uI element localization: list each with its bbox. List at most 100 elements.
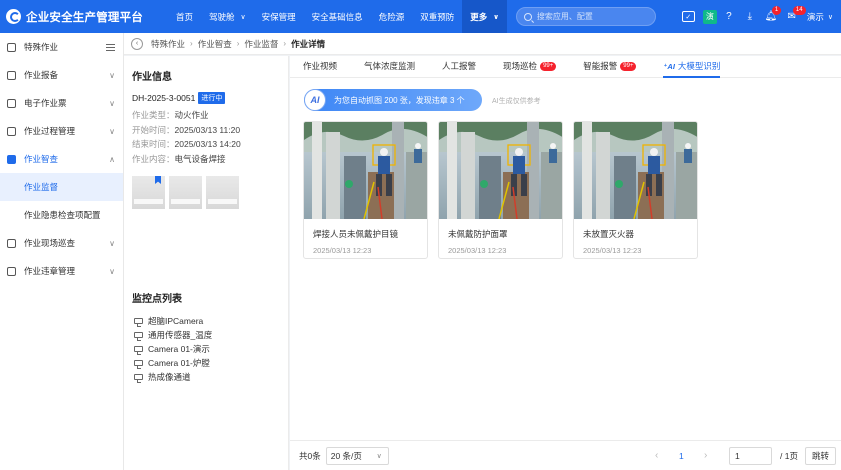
user-menu[interactable]: 演示 ∨ [807,11,833,23]
breadcrumb-item[interactable]: 作业监督 [244,38,278,50]
info-field-label: 作业内容： [132,153,175,164]
avatar[interactable]: 演 [702,9,717,24]
chevron-down-icon: ∨ [109,238,115,248]
app-logo[interactable]: 企业安全生产管理平台 [6,9,156,25]
sidebar-item-label: 作业报备 [24,70,59,80]
camera-icon [134,346,143,355]
nav-item[interactable]: 双重预防 [412,0,462,33]
ai-icon: AI [304,89,326,111]
sidebar-item[interactable]: 作业智查 ∧ [0,145,123,173]
chevron-up-icon: ∧ [109,154,115,164]
tab-label: 气体浓度监测 [364,61,416,71]
photo-thumbnail[interactable] [169,176,202,209]
info-field-value: 电气设备焊接 [174,153,226,164]
nav-item[interactable]: 安全基础信息 [304,0,371,33]
breadcrumb-item[interactable]: 作业智查 [198,38,232,50]
tab-bar: 作业视频 气体浓度监测 人工报警 现场巡检 99+ 智能报警 99+ ⁺AI 大模型识别 [290,56,841,78]
menu-icon [7,42,16,52]
tab-label: 大模型识别 [677,61,721,71]
sidebar-item[interactable]: 作业现场巡查 ∨ [0,229,123,257]
tab-item[interactable]: 作业视频 [303,55,337,77]
ai-summary-banner: AI 为您自动抓图 200 张，发现违章 3 个 [304,89,482,111]
tab-item[interactable]: 现场巡检 99+ [503,55,557,77]
tab-item[interactable]: 气体浓度监测 [364,55,415,77]
chevron-right-icon: › [190,39,193,48]
job-number: DH-2025-3-0051 [132,93,196,103]
photo-thumbnail[interactable] [206,176,239,209]
chevron-right-icon: › [283,39,287,48]
tab-badge: 99+ [620,61,637,71]
monitor-item[interactable]: Camera 01-炉膛 [132,356,280,370]
sidebar-item[interactable]: 作业违章管理 ∨ [0,257,123,285]
nav-item-label: 安保管理 [261,11,296,22]
photo-thumbnail[interactable] [132,176,165,209]
sidebar-item-label: 作业现场巡查 [24,238,76,248]
breadcrumb-current: 作业详情 [291,38,326,49]
page-size-select[interactable]: 20 条/页 ∨ [325,446,389,465]
tab-label: 智能报警 [583,61,618,71]
nav-item[interactable]: 更多 ∨ [462,0,507,33]
monitor-item[interactable]: Camera 01-演示 [132,342,280,356]
back-icon[interactable]: ‹ [131,37,143,50]
page-number-current[interactable]: 1 [679,451,684,461]
nav-item-label: 驾驶舱 [209,11,235,22]
next-page-icon[interactable]: › [704,450,707,461]
sidebar-item[interactable]: 特殊作业 [0,33,123,61]
pagination: 共0条 20 条/页 ∨ ‹ 1 › / 1页 跳转 [290,440,841,470]
check-icon[interactable]: ✓ [681,11,695,22]
camera-icon [134,318,143,327]
nav-item-label: 安全基础信息 [311,11,363,22]
monitor-list: 超脑IPCamera 通用传感器_温度 Camera 01-演示 Camera 01-… [132,314,280,384]
nav-item[interactable]: 安保管理 [254,0,304,33]
menu-icon [7,238,16,248]
monitor-item-label: Camera 01-炉膛 [148,358,210,368]
tab-item[interactable]: ⁺AI 大模型识别 [663,55,721,78]
menu-icon [7,70,16,80]
nav-item[interactable]: 首页 [168,0,201,33]
sidebar-item[interactable]: 作业过程管理 ∨ [0,117,123,145]
logo-icon [6,9,21,24]
sidebar-item[interactable]: 作业报备 ∨ [0,61,123,89]
tab-item[interactable]: 人工报警 [442,55,476,77]
tab-label: 现场巡检 [503,61,538,71]
monitor-item-label: 热成像通道 [148,372,191,382]
sidebar-subitem[interactable]: 作业隐患检查项配置 [0,201,123,229]
info-field-label: 作业类型： [132,110,175,120]
photo-thumbnails [132,176,280,209]
search-input[interactable] [536,12,647,21]
tab-item[interactable]: 智能报警 99+ [583,55,637,77]
info-field-value: 2025/03/13 14:20 [174,139,241,149]
chevron-down-icon: ∨ [109,98,115,108]
violation-card[interactable]: 焊接人员未佩戴护目镜 2025/03/13 12:23 [303,121,428,259]
menu-icon [7,126,16,136]
message-icon[interactable]: ✉︎ 14 [783,5,806,26]
capture-image [574,122,697,219]
chevron-down-icon: ∨ [109,126,115,136]
violation-card[interactable]: 未佩戴防护面罩 2025/03/13 12:23 [438,121,563,259]
nav-item[interactable]: 危险源 [371,0,413,33]
sidebar-item-label: 作业隐患检查项配置 [24,210,101,220]
tab-label: 作业视频 [303,61,338,71]
monitor-item[interactable]: 超脑IPCamera [132,314,280,328]
bell-icon[interactable]: 🔔︎ 1 [762,5,782,26]
chevron-down-icon: ∨ [240,13,246,21]
jump-page-input[interactable] [729,446,772,465]
help-icon[interactable]: ? [720,8,738,26]
violation-card[interactable]: 未放置灭火器 2025/03/13 12:23 [573,121,698,259]
prev-page-icon[interactable]: ‹ [655,450,658,461]
ai-summary-text: 为您自动抓图 200 张，发现违章 3 个 [334,95,465,105]
sidebar-item-label: 电子作业票 [24,98,67,108]
monitor-item[interactable]: 热成像通道 [132,370,280,384]
nav-item[interactable]: 驾驶舱 ∨ [201,0,254,33]
sidebar-subitem[interactable]: 作业监督 [0,173,123,201]
sidebar-item[interactable]: 电子作业票 ∨ [0,89,123,117]
tab-label: 人工报警 [442,61,477,71]
collapse-menu-icon[interactable] [106,43,115,51]
search-box[interactable] [515,7,656,26]
breadcrumb-item[interactable]: 特殊作业 [151,38,185,50]
download-icon[interactable]: ⤓ [741,8,759,26]
monitor-item[interactable]: 通用传感器_温度 [132,328,280,342]
sidebar-item-label: 作业违章管理 [24,266,76,276]
status-badge: 进行中 [198,92,226,104]
jump-button[interactable]: 跳转 [805,446,836,465]
